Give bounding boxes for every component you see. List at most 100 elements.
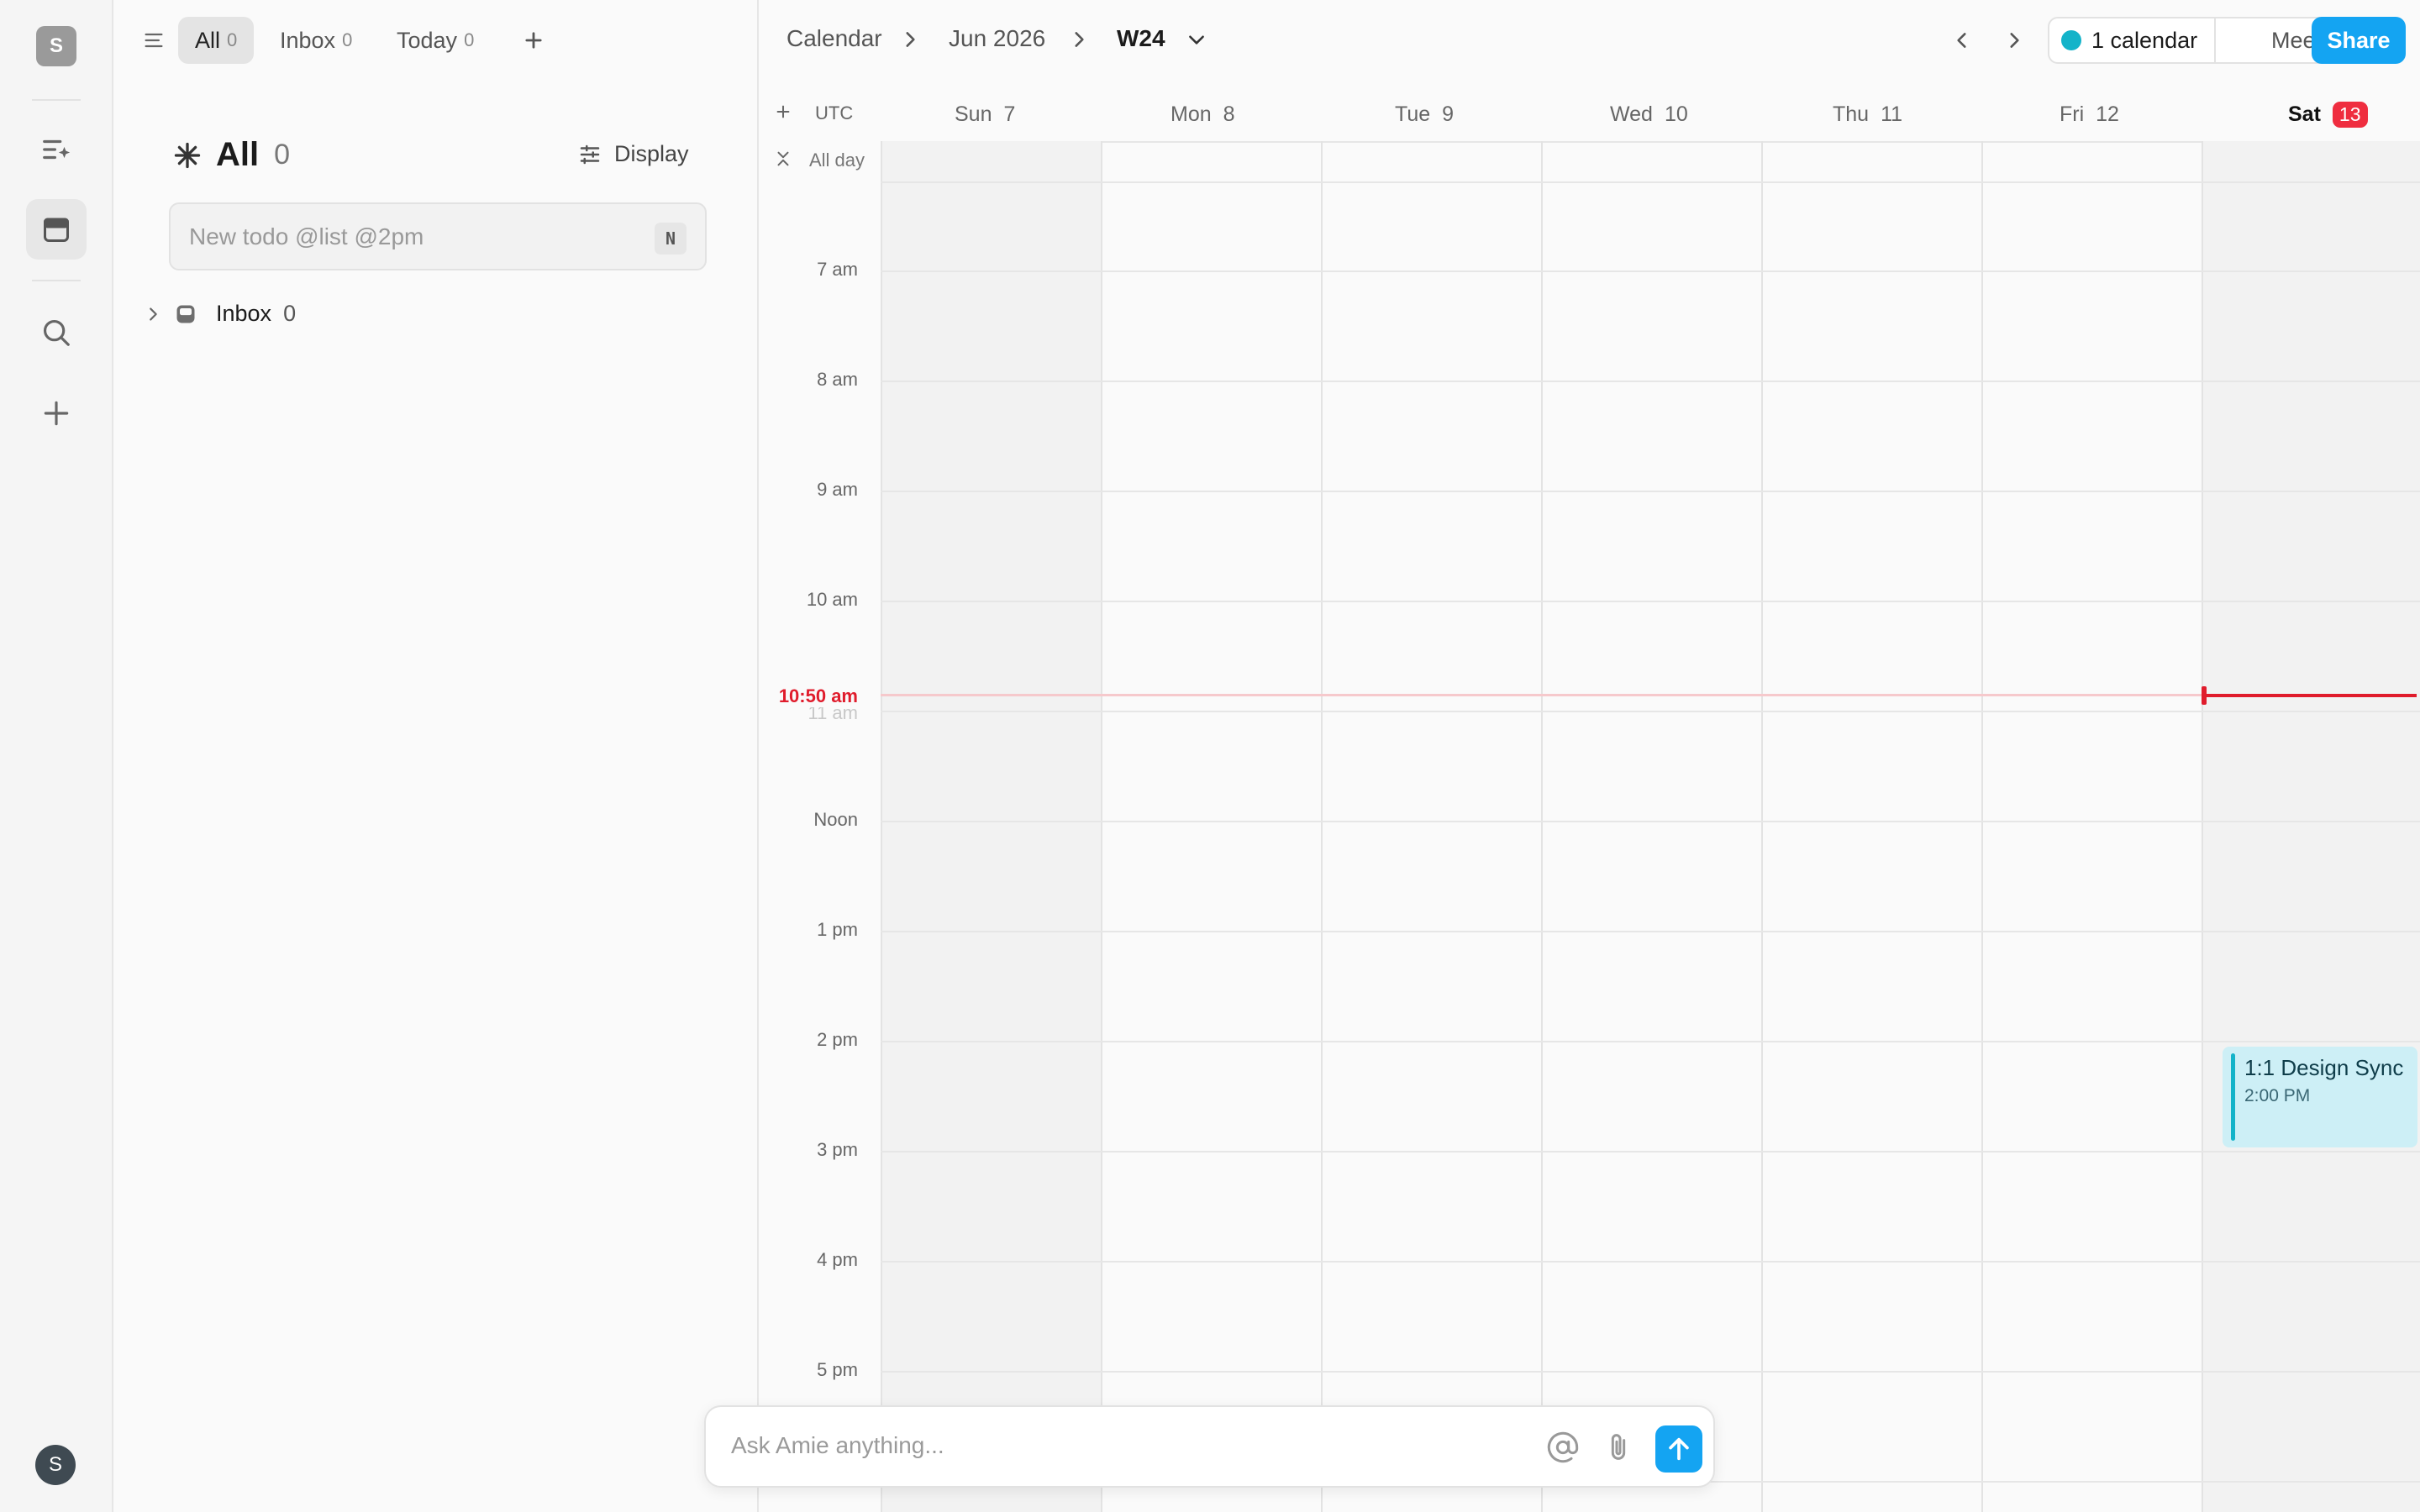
tab-count: 0 — [342, 29, 353, 50]
day-header-wed[interactable]: Wed 10 — [1610, 97, 1688, 131]
hour-label: 9 am — [817, 479, 858, 500]
add-tab-button[interactable] — [513, 20, 554, 60]
collapse-allday-icon[interactable] — [774, 150, 792, 168]
tab-label: Inbox — [280, 27, 336, 53]
list-count: 0 — [274, 139, 291, 171]
chevron-right-icon[interactable] — [144, 305, 162, 323]
day-name: Fri — [2060, 102, 2085, 126]
day-number: 8 — [1223, 102, 1235, 126]
tab-today[interactable]: Today 0 — [380, 17, 491, 64]
inbox-label: Inbox — [216, 301, 272, 326]
current-time-label: 10:50 am — [774, 685, 858, 707]
display-button[interactable]: Display — [577, 141, 689, 167]
day-name: Thu — [1833, 102, 1870, 126]
day-header-sat[interactable]: Sat 13 — [2288, 97, 2368, 131]
day-column-sat[interactable] — [2202, 141, 2420, 1512]
app-window: S S All 0 Inbox 0 Today 0 All 0 Display … — [0, 0, 2420, 1512]
ask-amie-input[interactable]: Ask Amie anything... — [704, 1405, 1715, 1488]
chevron-left-icon — [1957, 33, 1966, 48]
breadcrumb-calendar[interactable]: Calendar — [786, 25, 882, 52]
prev-week-button[interactable] — [1945, 24, 1979, 57]
hour-label: 1 pm — [817, 919, 858, 940]
current-time-line — [2207, 694, 2417, 697]
calendars-toggle[interactable]: 1 calendar — [2049, 18, 2216, 62]
day-number: 12 — [2096, 102, 2119, 126]
todo-tabs-bar: All 0 Inbox 0 Today 0 — [113, 0, 757, 81]
chevron-right-icon — [1075, 32, 1084, 47]
day-name: Sun — [955, 102, 992, 126]
hour-line — [881, 821, 2420, 822]
list-header: All 0 — [172, 136, 290, 174]
plus-icon — [44, 401, 69, 426]
hour-label: 4 pm — [817, 1249, 858, 1270]
hour-label: 2 pm — [817, 1029, 858, 1050]
chevron-right-icon — [2010, 33, 2019, 48]
ask-placeholder: Ask Amie anything... — [731, 1432, 944, 1458]
new-todo-placeholder: New todo @list @2pm — [189, 223, 424, 249]
plus-icon — [525, 32, 542, 49]
inbox-list-row[interactable]: Inbox 0 — [144, 301, 296, 327]
ai-tasks-button[interactable] — [26, 119, 87, 180]
calendar-nav-button[interactable] — [26, 199, 87, 260]
arrow-up-icon — [1669, 1437, 1689, 1461]
tab-label: Today — [397, 27, 458, 53]
day-header-fri[interactable]: Fri 12 — [2060, 97, 2119, 131]
day-column-thu[interactable] — [1761, 141, 1981, 1512]
day-header-tue[interactable]: Tue 9 — [1395, 97, 1454, 131]
calendar-count-label: 1 calendar — [2091, 27, 2198, 53]
day-number: 10 — [1664, 102, 1688, 126]
hour-line — [881, 381, 2420, 382]
workspace-avatar[interactable]: S — [36, 26, 76, 66]
day-name: Mon — [1171, 102, 1212, 126]
timezone-label[interactable]: UTC — [815, 102, 853, 124]
asterisk-icon — [174, 142, 201, 168]
add-button[interactable] — [26, 383, 87, 444]
day-column-tue[interactable] — [1321, 141, 1541, 1512]
user-avatar[interactable]: S — [35, 1445, 76, 1485]
day-header-mon[interactable]: Mon 8 — [1171, 97, 1235, 131]
next-week-button[interactable] — [1997, 24, 2031, 57]
today-badge: 13 — [2332, 101, 2368, 128]
list-title: All — [216, 136, 260, 173]
calendar-view: Calendar Jun 2026 W24 1 calendar Meet Sh… — [759, 0, 2420, 1512]
calendar-event[interactable]: 1:1 Design Sync 2:00 PM — [2223, 1047, 2417, 1147]
day-column-fri[interactable] — [1981, 141, 2202, 1512]
tab-count: 0 — [227, 29, 238, 50]
day-number: 7 — [1003, 102, 1016, 126]
hour-line — [881, 270, 2420, 272]
search-button[interactable] — [26, 302, 87, 363]
day-column-sun[interactable] — [881, 141, 1101, 1512]
tab-all[interactable]: All 0 — [178, 17, 255, 64]
day-header-thu[interactable]: Thu 11 — [1833, 97, 1902, 131]
hamburger-icon — [145, 33, 163, 48]
send-button[interactable] — [1655, 1425, 1702, 1473]
event-color-bar — [2231, 1053, 2235, 1141]
hour-label: Noon — [813, 809, 858, 830]
hour-line — [881, 931, 2420, 932]
day-name: Sat — [2288, 102, 2321, 126]
hour-line — [881, 1041, 2420, 1042]
breadcrumb-week[interactable]: W24 — [1117, 25, 1165, 52]
chevron-down-icon[interactable] — [1186, 29, 1207, 50]
tab-inbox[interactable]: Inbox 0 — [263, 17, 369, 64]
event-title: 1:1 Design Sync — [2244, 1055, 2404, 1080]
hour-label: 8 am — [817, 369, 858, 390]
sidebar-menu-button[interactable] — [134, 20, 174, 60]
week-grid[interactable] — [881, 141, 2420, 1512]
paperclip-icon[interactable] — [1602, 1431, 1635, 1464]
chevron-right-icon — [906, 32, 915, 47]
at-mention-icon[interactable] — [1546, 1431, 1580, 1464]
share-button[interactable]: Share — [2312, 17, 2406, 64]
hour-label: 3 pm — [817, 1139, 858, 1160]
hour-line — [881, 711, 2420, 712]
sliders-icon — [580, 144, 600, 164]
add-timezone-icon[interactable] — [774, 102, 792, 121]
new-todo-input[interactable]: New todo @list @2pm N — [169, 202, 707, 270]
shortcut-badge: N — [655, 223, 687, 255]
day-column-wed[interactable] — [1541, 141, 1761, 1512]
day-column-mon[interactable] — [1101, 141, 1321, 1512]
day-header-sun[interactable]: Sun 7 — [955, 97, 1015, 131]
breadcrumb-month[interactable]: Jun 2026 — [949, 25, 1045, 52]
rail-divider — [32, 99, 81, 101]
hour-label: 10 am — [806, 589, 858, 610]
